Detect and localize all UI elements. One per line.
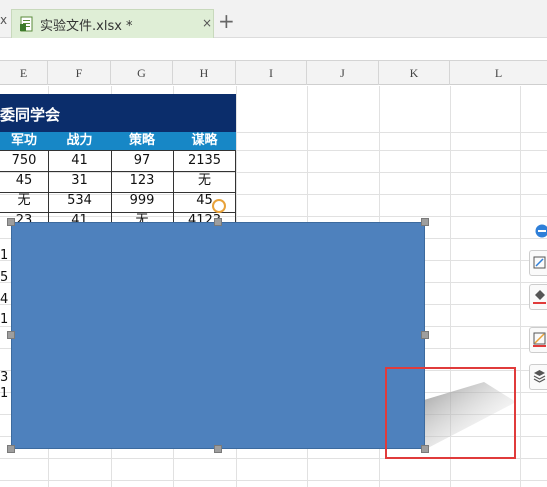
tab-bar: x 实验文件.xlsx * × + [0, 0, 547, 38]
shape-style-icon [533, 256, 546, 269]
header-cell: 谋略 [191, 133, 218, 148]
column-header-j[interactable]: J [307, 61, 379, 85]
resize-handle-top-left[interactable] [7, 218, 15, 226]
partial-cell-text: 1 [0, 386, 9, 401]
formula-bar [0, 39, 547, 61]
rotation-handle[interactable] [212, 199, 226, 213]
partial-cell-text: 1 [0, 312, 9, 327]
table-cell[interactable]: 31 [48, 170, 111, 192]
column-header-l[interactable]: L [450, 61, 547, 85]
layer-button[interactable] [529, 364, 547, 390]
highlight-annotation-box [385, 367, 516, 459]
shape-style-button[interactable] [529, 250, 547, 276]
partial-cell-text: 5 [0, 270, 9, 285]
header-cell: 军功 [10, 133, 37, 148]
table-cell[interactable]: 无 [0, 190, 48, 212]
resize-handle-bottom-left[interactable] [7, 445, 15, 453]
table-cell[interactable]: 534 [48, 190, 111, 212]
table-title: 委同学会 [0, 106, 61, 124]
tab-title: 实验文件.xlsx * [40, 19, 133, 34]
table-cell[interactable]: 750 [0, 150, 48, 172]
table-cell[interactable]: 97 [111, 150, 173, 172]
fill-button[interactable] [529, 284, 547, 310]
outline-icon [533, 332, 546, 347]
tab-close-icon[interactable]: × [202, 16, 212, 30]
partial-cell-text: 1 [0, 248, 9, 263]
minus-circle-icon [535, 224, 547, 238]
fill-icon [533, 290, 546, 304]
column-header-g[interactable]: G [111, 61, 173, 85]
resize-handle-right[interactable] [421, 331, 429, 339]
header-cell: 策略 [128, 133, 155, 148]
table-cell[interactable]: 45 [0, 170, 48, 192]
partial-cell-text: 4 [0, 292, 9, 307]
table-cell[interactable]: 45 [173, 190, 236, 212]
table-cell[interactable]: 2135 [173, 150, 236, 172]
resize-handle-top-right[interactable] [421, 218, 429, 226]
partial-cell-text: 3 [0, 370, 9, 385]
column-header-i[interactable]: I [236, 61, 307, 85]
column-headers: E F G H I J K L [0, 61, 547, 85]
column-header-h[interactable]: H [173, 61, 236, 85]
column-header-e[interactable]: E [0, 61, 48, 85]
resize-handle-left[interactable] [7, 331, 15, 339]
resize-handle-top[interactable] [214, 218, 222, 226]
table-cell[interactable]: 无 [173, 170, 236, 192]
collapse-tool-button[interactable] [529, 222, 547, 242]
rectangle-shape[interactable] [11, 222, 425, 449]
table-cell[interactable]: 999 [111, 190, 173, 212]
layer-icon [533, 370, 546, 383]
spreadsheet-file-icon [20, 16, 33, 32]
resize-handle-bottom[interactable] [214, 445, 222, 453]
tab-active-file[interactable]: 实验文件.xlsx * × [11, 9, 214, 38]
table-cell[interactable]: 123 [111, 170, 173, 192]
previous-tab-close-icon[interactable]: x [0, 14, 8, 26]
table-cell[interactable]: 41 [48, 150, 111, 172]
header-cell: 战力 [66, 133, 93, 148]
outline-button[interactable] [529, 327, 547, 353]
column-header-f[interactable]: F [48, 61, 111, 85]
new-tab-icon[interactable]: + [218, 11, 235, 31]
column-header-k[interactable]: K [379, 61, 450, 85]
